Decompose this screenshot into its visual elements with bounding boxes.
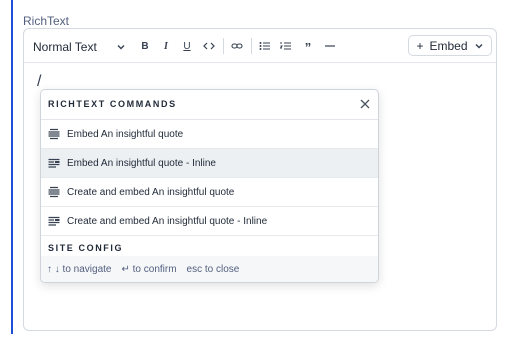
close-hint: esc to close <box>186 263 240 275</box>
embed-block-icon <box>48 128 60 140</box>
code-icon <box>203 42 215 50</box>
command-label: Embed An insightful quote <box>67 128 184 140</box>
command-item[interactable]: Embed An insightful quote <box>41 120 378 149</box>
toolbar-divider <box>223 38 224 54</box>
text-style-value: Normal Text <box>33 40 97 54</box>
embed-label: Embed <box>429 38 468 53</box>
close-button[interactable] <box>358 97 372 111</box>
underline-icon: U <box>183 40 191 52</box>
embed-block-icon <box>48 186 60 198</box>
command-label: Create and embed An insightful quote - I… <box>67 215 268 227</box>
underline-button[interactable]: U <box>178 38 196 54</box>
command-label: Create and embed An insightful quote <box>67 186 235 198</box>
left-accent-rule <box>11 0 13 334</box>
command-label: Embed An insightful quote - Inline <box>67 157 216 169</box>
numbered-list-icon <box>280 42 291 50</box>
confirm-hint: ↵ to confirm <box>121 263 177 275</box>
command-item[interactable]: Create and embed An insightful quote <box>41 178 378 207</box>
menu-title: RICHTEXT COMMANDS <box>48 99 177 109</box>
blockquote-button[interactable]: ” <box>299 38 317 54</box>
quote-icon: ” <box>304 40 312 55</box>
editor-text[interactable]: / <box>37 73 41 91</box>
numbered-list-button[interactable] <box>277 38 295 54</box>
bullet-list-button[interactable] <box>256 38 274 54</box>
link-button[interactable] <box>228 38 246 54</box>
horizontal-rule-icon <box>325 45 335 47</box>
horizontal-rule-button[interactable] <box>321 38 339 54</box>
close-icon <box>360 99 370 109</box>
editor-toolbar: Normal Text B I U ” + Embed <box>24 29 496 63</box>
bold-icon: B <box>141 40 149 52</box>
italic-icon: I <box>164 40 168 52</box>
command-item[interactable]: Create and embed An insightful quote - I… <box>41 207 378 236</box>
text-style-select[interactable]: Normal Text <box>33 38 125 56</box>
bold-button[interactable]: B <box>136 38 154 54</box>
plus-icon: + <box>416 38 424 53</box>
field-label: RichText <box>23 14 70 28</box>
link-icon <box>231 43 243 49</box>
chevron-down-icon <box>117 45 125 50</box>
chevron-down-icon <box>475 43 483 48</box>
toolbar-divider <box>251 38 252 54</box>
command-item-selected[interactable]: Embed An insightful quote - Inline <box>41 149 378 178</box>
embed-inline-icon <box>48 157 60 169</box>
bullet-list-icon <box>259 42 270 50</box>
richtext-commands-menu: RICHTEXT COMMANDS Embed An insightful qu… <box>40 89 379 283</box>
menu-header: RICHTEXT COMMANDS <box>41 90 378 120</box>
section-heading: SITE CONFIG <box>48 243 124 253</box>
italic-button[interactable]: I <box>157 38 175 54</box>
embed-button[interactable]: + Embed <box>408 35 492 56</box>
navigate-hint: ↑ ↓ to navigate <box>47 263 112 275</box>
keyboard-hints: ↑ ↓ to navigate ↵ to confirm esc to clos… <box>41 256 378 282</box>
code-button[interactable] <box>200 38 218 54</box>
embed-inline-icon <box>48 215 60 227</box>
